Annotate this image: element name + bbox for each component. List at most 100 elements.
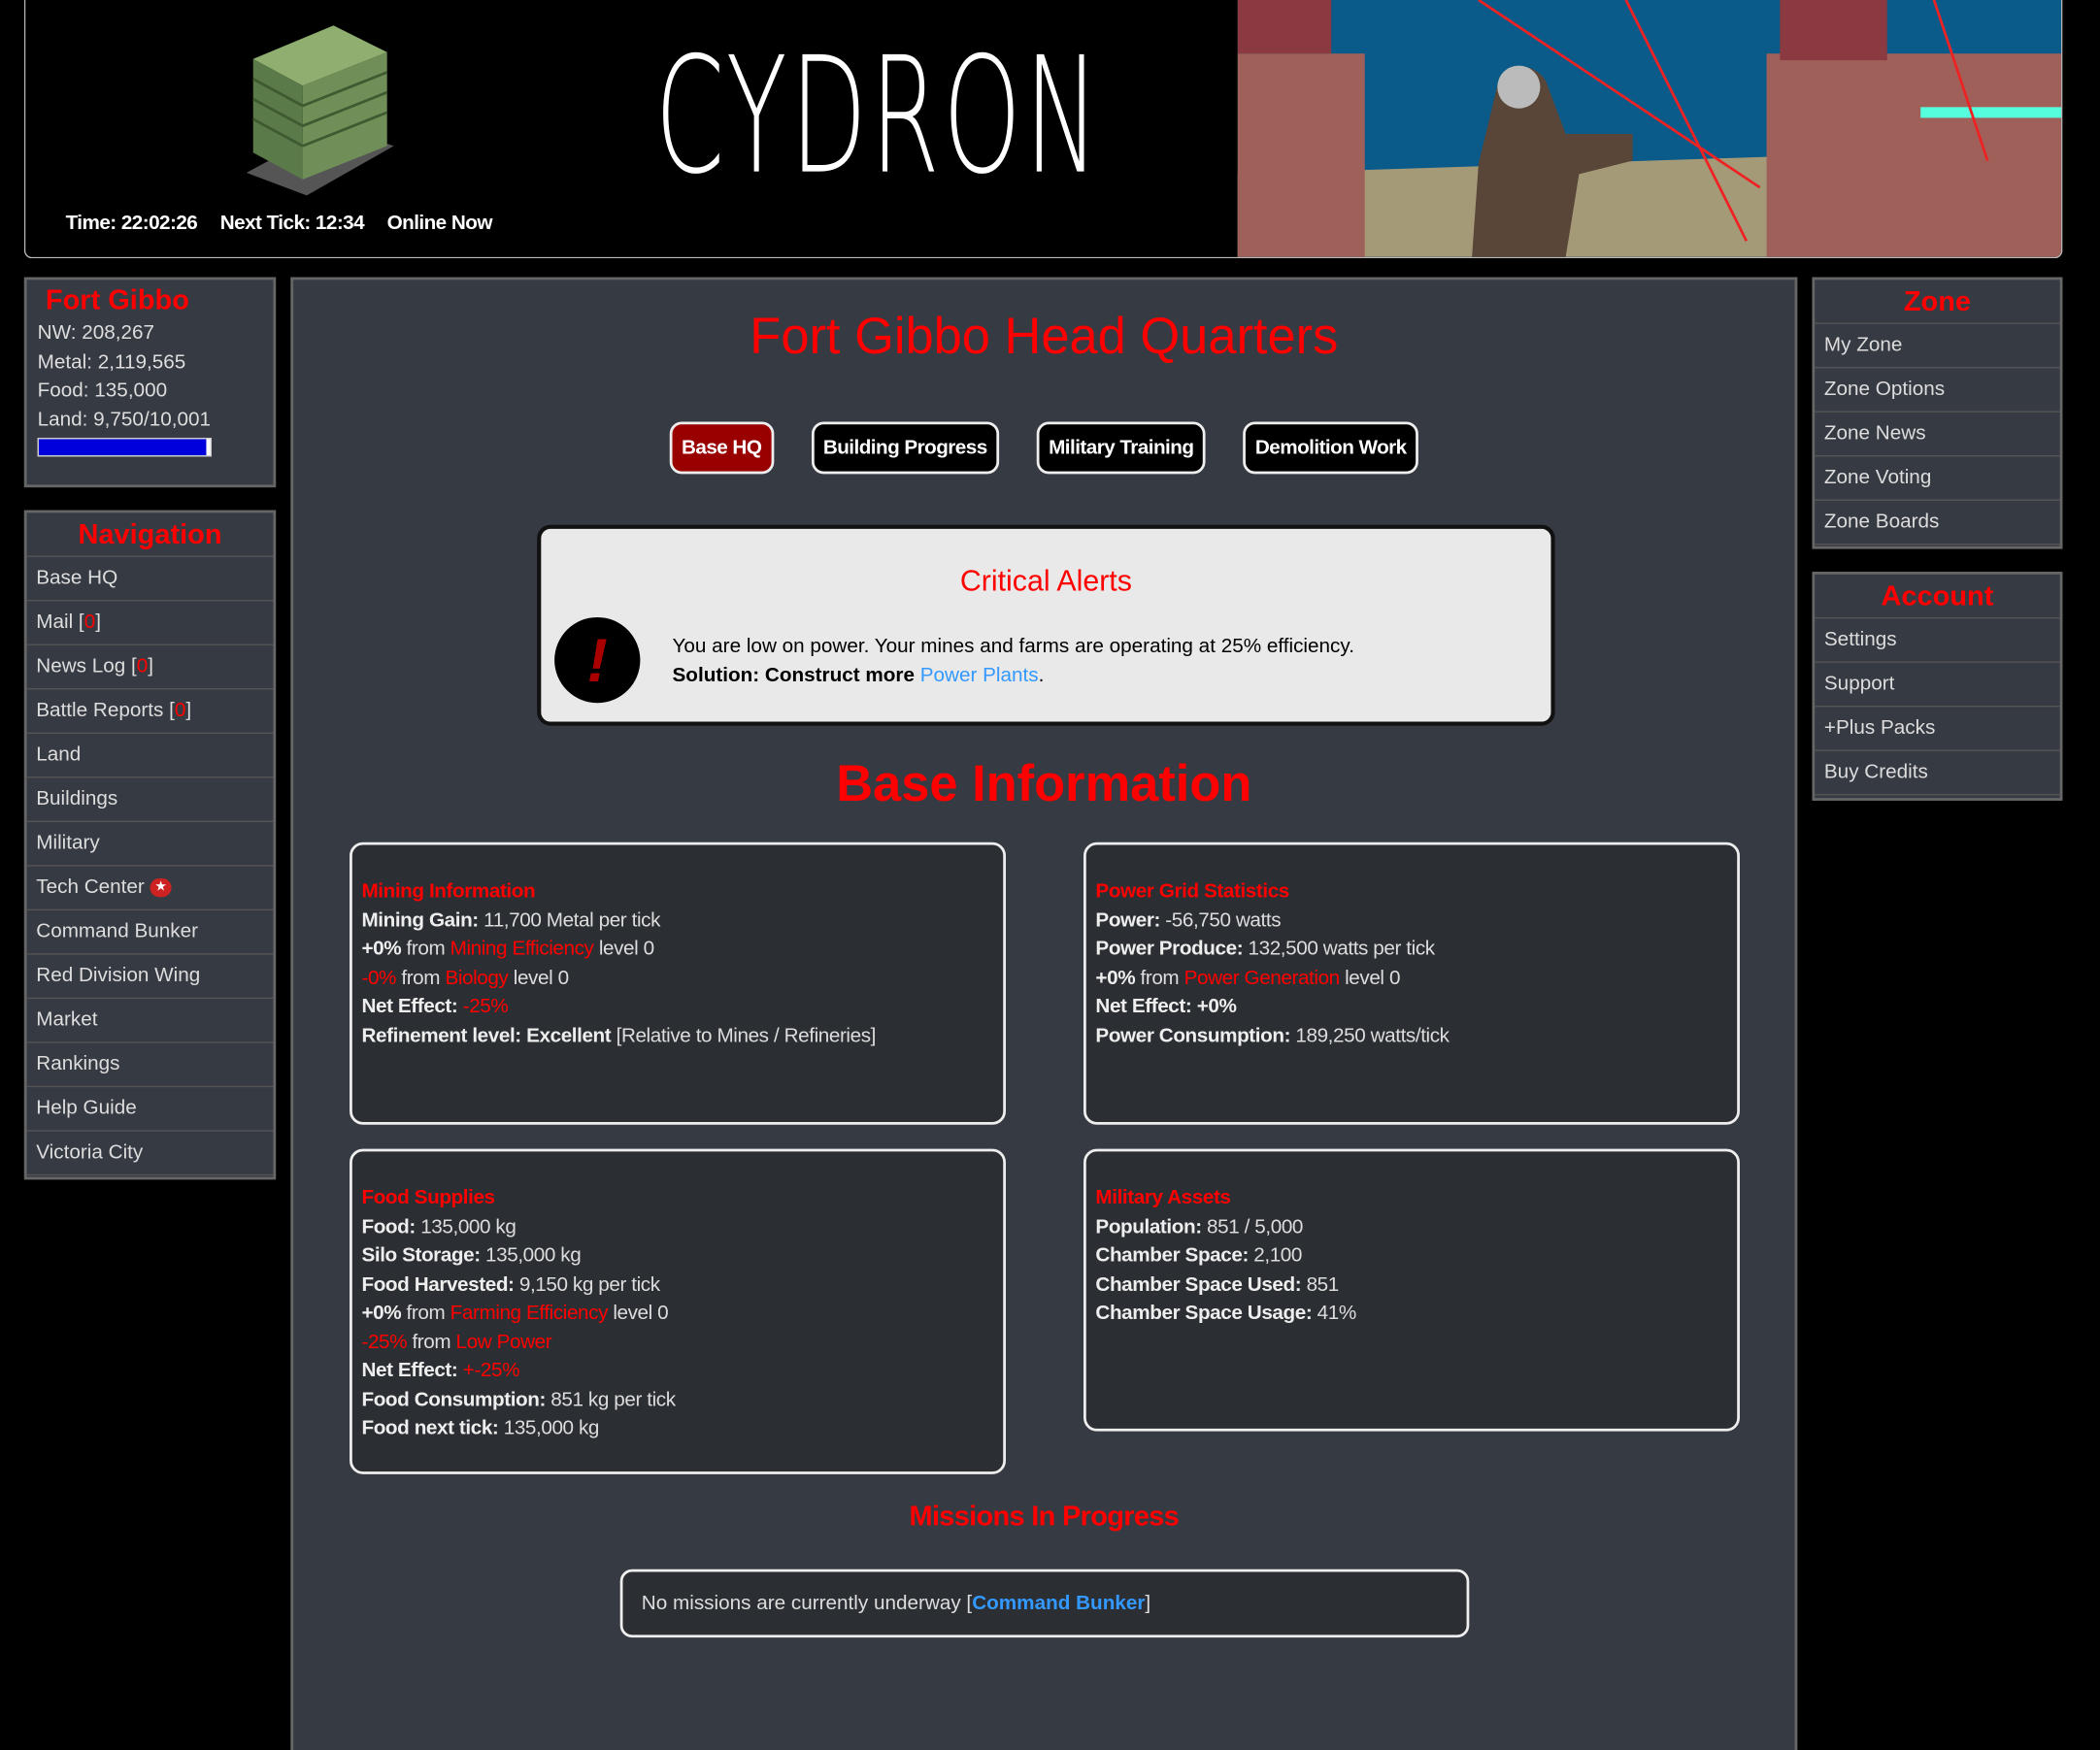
- online-now-link[interactable]: Online Now: [387, 212, 493, 234]
- text: from: [396, 966, 446, 989]
- label: Refinement level:: [361, 1023, 521, 1047]
- value: 851 kg per tick: [545, 1387, 676, 1411]
- mining-efficiency-link[interactable]: Mining Efficiency: [450, 938, 594, 960]
- sidebar-item-rankings[interactable]: Rankings: [26, 1043, 274, 1088]
- value: 135,000 kg: [498, 1416, 600, 1439]
- tab-building-progress[interactable]: Building Progress: [811, 421, 1000, 475]
- sidebar-item-buildings[interactable]: Buildings: [26, 777, 274, 823]
- networth: NW: 208,267: [37, 321, 155, 345]
- sidebar-item-help-guide[interactable]: Help Guide: [26, 1087, 274, 1132]
- page-title: Fort Gibbo Head Quarters: [750, 309, 1339, 366]
- text: from: [407, 1330, 456, 1353]
- farming-efficiency-link[interactable]: Farming Efficiency: [450, 1302, 609, 1324]
- label: Chamber Space:: [1095, 1243, 1249, 1268]
- base-summary-panel: Fort Gibbo NW: 208,267 Metal: 2,119,565 …: [23, 277, 277, 488]
- value: -0%: [361, 966, 397, 989]
- sidebar-item-land[interactable]: Land: [26, 734, 274, 778]
- value: 11,700 Metal per tick: [478, 908, 661, 932]
- note: [Relative to Mines / Refineries]: [611, 1023, 877, 1047]
- sidebar-item-military[interactable]: Military: [26, 822, 274, 867]
- label: Power Produce:: [1095, 937, 1244, 961]
- missions-title: Missions In Progress: [909, 1501, 1180, 1533]
- value: +0%: [1095, 966, 1136, 989]
- nav-label: Red Division Wing: [36, 964, 201, 987]
- critical-alerts-box: Critical Alerts ! You are low on power. …: [537, 524, 1555, 726]
- label: Food:: [361, 1214, 416, 1238]
- sidebar-item-battle-reports[interactable]: Battle Reports [0]: [26, 689, 274, 734]
- label: Chamber Space Usage:: [1095, 1301, 1313, 1325]
- biology-link[interactable]: Biology: [445, 966, 508, 988]
- nav-label: Battle Reports [: [36, 699, 175, 722]
- section-title: Base Information: [836, 756, 1252, 813]
- label: Chamber Space Used:: [1095, 1272, 1302, 1296]
- nav-label: Military: [36, 831, 100, 855]
- land-progress-bar: [37, 438, 212, 457]
- power-plants-link[interactable]: Power Plants: [920, 664, 1039, 686]
- sidebar-item-zone-options[interactable]: Zone Options: [1815, 368, 2060, 413]
- zone-title: Zone: [1815, 280, 2060, 324]
- command-bunker-link[interactable]: Command Bunker: [972, 1592, 1145, 1614]
- sidebar-item-zone-voting[interactable]: Zone Voting: [1815, 456, 2060, 501]
- sidebar-item-zone-news[interactable]: Zone News: [1815, 413, 2060, 457]
- tab-military-training[interactable]: Military Training: [1036, 421, 1206, 475]
- sidebar-item-mail[interactable]: Mail [0]: [26, 601, 274, 645]
- navigation-title: Navigation: [26, 512, 274, 557]
- power-generation-link[interactable]: Power Generation: [1184, 966, 1341, 988]
- hq-tabs: Base HQ Building Progress Military Train…: [293, 421, 1794, 475]
- label: Net Effect:: [1095, 994, 1192, 1018]
- sidebar-item-red-division-wing[interactable]: Red Division Wing: [26, 955, 274, 1000]
- value: level 0: [1339, 966, 1401, 989]
- zone-panel: Zone My Zone Zone Options Zone News Zone Vo…: [1812, 277, 2063, 549]
- alert-message: You are low on power. Your mines and far…: [672, 634, 1354, 658]
- text: from: [401, 1301, 450, 1325]
- sidebar-item-news-log[interactable]: News Log [0]: [26, 645, 274, 690]
- tab-demolition-work[interactable]: Demolition Work: [1243, 421, 1419, 475]
- star-badge-icon: ★: [150, 877, 172, 898]
- sidebar-item-plus-packs[interactable]: +Plus Packs: [1815, 707, 2060, 751]
- tab-base-hq[interactable]: Base HQ: [669, 421, 774, 475]
- nav-label: Land: [36, 743, 82, 767]
- value: level 0: [508, 966, 569, 989]
- food-supplies-card: Food Supplies Food: 135,000 kg Silo Stor…: [350, 1148, 1007, 1474]
- unread-count: 0: [83, 611, 96, 634]
- nav-label: Mail [: [36, 611, 84, 634]
- sidebar-item-support[interactable]: Support: [1815, 663, 2060, 708]
- value: level 0: [608, 1301, 669, 1325]
- military-assets-card: Military Assets Population: 851 / 5,000 …: [1083, 1148, 1740, 1432]
- card-title: Military Assets: [1095, 1186, 1231, 1209]
- game-logo: CYDRON: [654, 23, 1103, 211]
- sidebar-item-my-zone[interactable]: My Zone: [1815, 324, 2060, 369]
- banner-artwork: [1237, 0, 2062, 257]
- value: -56,750 watts: [1159, 908, 1282, 932]
- label: Mining Gain:: [361, 908, 479, 932]
- label: Food Harvested:: [361, 1272, 515, 1296]
- value: 9,150 kg per tick: [514, 1272, 660, 1296]
- solution-label: Solution: Construct more: [672, 664, 915, 687]
- sidebar-item-base-hq[interactable]: Base HQ: [26, 557, 274, 602]
- sidebar-item-zone-boards[interactable]: Zone Boards: [1815, 501, 2060, 545]
- nav-label: Tech Center: [36, 875, 145, 899]
- sidebar-item-settings[interactable]: Settings: [1815, 618, 2060, 663]
- bracket: ]: [148, 654, 154, 678]
- label: Net Effect:: [361, 1359, 458, 1382]
- low-power-link[interactable]: Low Power: [456, 1331, 552, 1353]
- food-amount: Food: 135,000: [37, 379, 168, 402]
- nav-label: Command Bunker: [36, 919, 199, 943]
- sidebar-item-command-bunker[interactable]: Command Bunker: [26, 910, 274, 955]
- missions-text: No missions are currently underway [: [641, 1592, 973, 1615]
- mining-info-card: Mining Information Mining Gain: 11,700 M…: [350, 842, 1007, 1125]
- server-time: Time: 22:02:26: [65, 211, 198, 235]
- sidebar-item-buy-credits[interactable]: Buy Credits: [1815, 751, 2060, 796]
- sidebar-item-market[interactable]: Market: [26, 999, 274, 1043]
- bracket: ]: [95, 611, 101, 634]
- value: 851: [1301, 1272, 1340, 1296]
- value: +0%: [1191, 994, 1237, 1018]
- sidebar-item-tech-center[interactable]: Tech Center ★: [26, 867, 274, 911]
- bracket: ]: [1145, 1592, 1151, 1615]
- nav-label: Help Guide: [36, 1096, 137, 1120]
- sidebar-item-victoria-city[interactable]: Victoria City: [26, 1132, 274, 1176]
- label: Power Consumption:: [1095, 1023, 1291, 1047]
- label: Food Consumption:: [361, 1387, 546, 1411]
- land-amount: Land: 9,750/10,001: [37, 408, 211, 431]
- unread-count: 0: [136, 654, 149, 678]
